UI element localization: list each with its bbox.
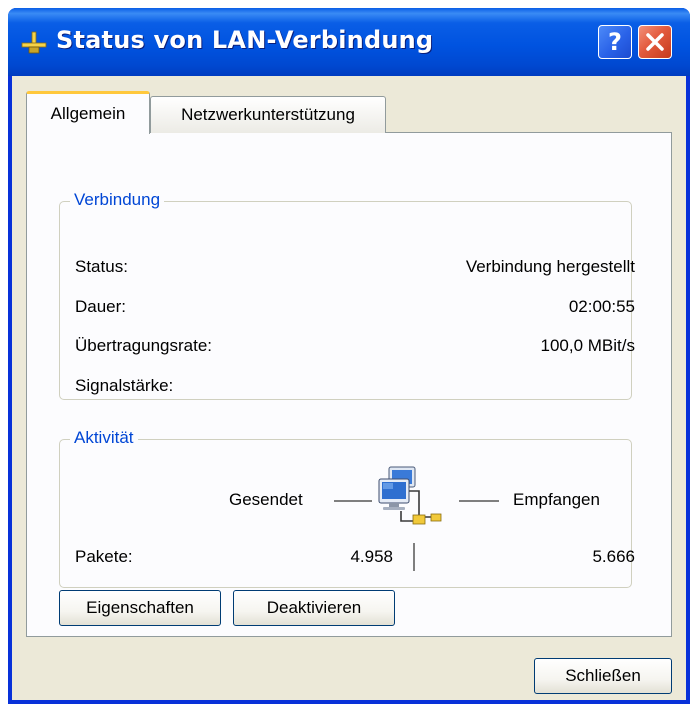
help-icon: ?: [608, 28, 622, 56]
packets-received-value: 5.666: [592, 547, 635, 566]
tab-label: Netzwerkunterstützung: [181, 105, 355, 124]
activity-group-title: Aktivität: [70, 428, 138, 448]
packets-sent-value: 4.958: [350, 547, 393, 566]
tab-allgemein[interactable]: Allgemein: [26, 91, 150, 134]
tab-panel: Verbindung Status: Verbindung hergestell…: [26, 132, 672, 637]
packets-label: Pakete:: [75, 547, 133, 566]
duration-value: 02:00:55: [568, 297, 635, 316]
dialog-client: Allgemein Netzwerkunterstützung Verbindu…: [12, 76, 686, 700]
network-connection-icon: [21, 31, 47, 54]
close-dialog-button-label: Schließen: [565, 666, 641, 685]
connection-group-title: Verbindung: [70, 190, 165, 210]
transfer-rate-value: 100,0 MBit/s: [540, 336, 636, 355]
status-label: Status:: [75, 257, 128, 276]
sent-label: Gesendet: [229, 490, 303, 509]
help-button[interactable]: ?: [598, 25, 632, 59]
properties-button-label: Eigenschaften: [86, 598, 194, 617]
tab-label: Allgemein: [50, 104, 126, 123]
window-title: Status von LAN-Verbindung: [56, 26, 434, 54]
tab-netzwerkunterstuetzung[interactable]: Netzwerkunterstützung: [150, 96, 386, 133]
received-label: Empfangen: [513, 490, 600, 509]
close-button[interactable]: [638, 25, 672, 59]
received-divider-line: [459, 500, 499, 502]
signal-strength-label: Signalstärke:: [75, 376, 174, 395]
packets-divider-line: [413, 543, 415, 571]
network-computers-icon: [378, 466, 442, 525]
disable-button-label: Deaktivieren: [266, 598, 362, 617]
status-value: Verbindung hergestellt: [465, 257, 635, 276]
close-icon: [646, 33, 664, 51]
dialog-window: Status von LAN-Verbindung ? Allgemein Ne…: [8, 8, 690, 704]
disable-button[interactable]: Deaktivieren: [233, 590, 395, 626]
transfer-rate-label: Übertragungsrate:: [75, 336, 213, 355]
sent-divider-line: [334, 500, 372, 502]
duration-label: Dauer:: [75, 297, 127, 316]
close-dialog-button[interactable]: Schließen: [534, 658, 672, 694]
title-bar[interactable]: Status von LAN-Verbindung ?: [8, 8, 690, 76]
activity-group: Aktivität: [59, 428, 632, 588]
connection-group: Verbindung: [59, 190, 632, 400]
properties-button[interactable]: Eigenschaften: [59, 590, 221, 626]
